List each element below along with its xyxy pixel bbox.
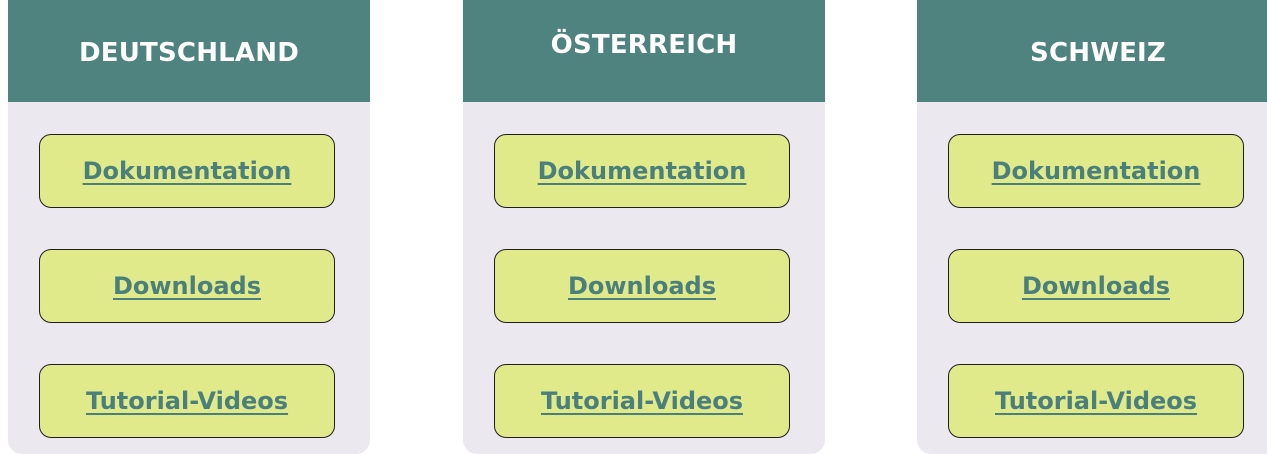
tutorial-videos-link-button[interactable]: Tutorial-Videos: [39, 364, 335, 438]
downloads-link-button[interactable]: Downloads: [494, 249, 790, 323]
card-header: SCHWEIZ: [917, 0, 1267, 102]
dokumentation-link-button[interactable]: Dokumentation: [494, 134, 790, 208]
card-title: ÖSTERREICH: [550, 30, 738, 60]
card-schweiz: SCHWEIZ Dokumentation Downloads Tutorial…: [917, 0, 1267, 454]
card-deutschland: DEUTSCHLAND Dokumentation Downloads Tuto…: [8, 0, 370, 454]
downloads-link-button[interactable]: Downloads: [39, 249, 335, 323]
tutorial-videos-link-button[interactable]: Tutorial-Videos: [494, 364, 790, 438]
country-cards-page: DEUTSCHLAND Dokumentation Downloads Tuto…: [0, 0, 1267, 454]
dokumentation-link-button[interactable]: Dokumentation: [948, 134, 1244, 208]
card-oesterreich: ÖSTERREICH Dokumentation Downloads Tutor…: [463, 0, 825, 454]
card-title: SCHWEIZ: [1030, 38, 1166, 68]
card-title: DEUTSCHLAND: [79, 38, 299, 68]
card-header: ÖSTERREICH: [463, 0, 825, 102]
downloads-link-button[interactable]: Downloads: [948, 249, 1244, 323]
tutorial-videos-link-button[interactable]: Tutorial-Videos: [948, 364, 1244, 438]
dokumentation-link-button[interactable]: Dokumentation: [39, 134, 335, 208]
card-header: DEUTSCHLAND: [8, 0, 370, 102]
